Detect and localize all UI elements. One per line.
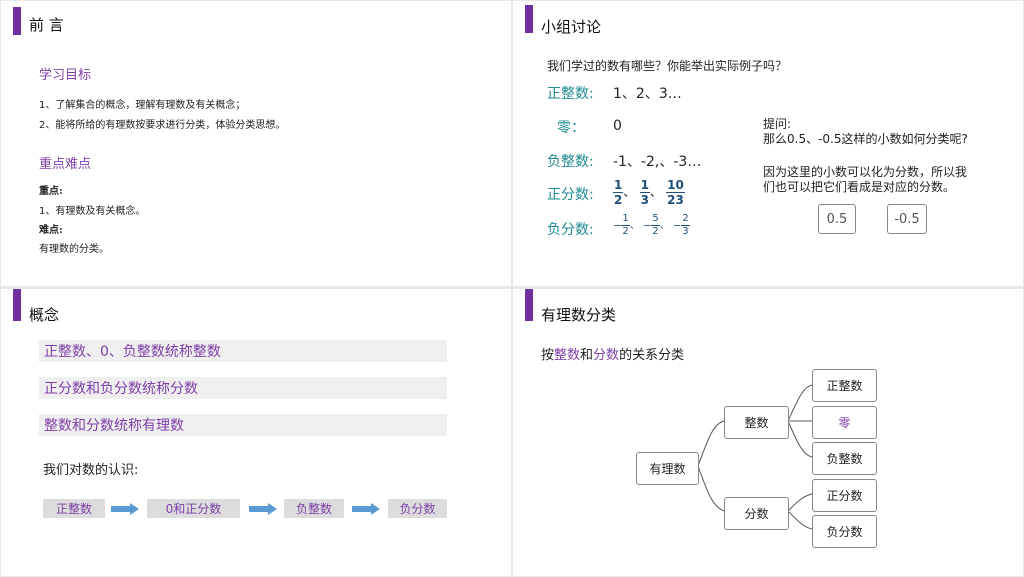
title-accent-bar — [13, 7, 21, 35]
flow-step: 负分数 — [388, 499, 447, 518]
row-value-negative-integer: -1、-2,、-3… — [613, 154, 702, 170]
fraction: 13 — [639, 178, 650, 207]
tree-node-negative-fraction: 负分数 — [812, 515, 877, 548]
tree-node-positive-fraction: 正分数 — [812, 479, 877, 512]
fraction: 12 — [621, 213, 630, 237]
fraction: 52 — [651, 213, 660, 237]
slide-title: 小组讨论 — [541, 18, 602, 36]
tree-node-negative-integer: 负整数 — [812, 442, 877, 475]
negative-fractions: −1 2、 −5 2、 −2 3 — [613, 213, 690, 237]
decimal-box-positive[interactable]: 0.5 — [818, 204, 856, 234]
hard-text: 有理数的分类。 — [39, 244, 109, 255]
goal-item: 1、了解集合的概念，理解有理数及有关概念； — [39, 100, 246, 111]
arrow-right-icon — [111, 503, 139, 515]
concept-fact: 正整数、0、负整数统称整数 — [39, 340, 447, 362]
row-label-zero: 零： — [557, 120, 585, 136]
answer-text-line2: 们也可以把它们看成是对应的分数。 — [763, 180, 956, 194]
prompt-text: 那么0.5、-0.5这样的小数如何分类呢? — [763, 132, 968, 146]
discussion-question: 我们学过的数有哪些？你能举出实际例子吗？ — [547, 59, 788, 73]
arrow-right-icon — [352, 503, 380, 515]
concept-fact: 整数和分数统称有理数 — [39, 414, 447, 436]
tree-node-positive-integer: 正整数 — [812, 369, 877, 402]
title-accent-bar — [525, 5, 533, 33]
row-label-positive-integer: 正整数: — [547, 86, 594, 102]
tree-node-fraction: 分数 — [724, 497, 789, 530]
hard-label: 难点: — [39, 225, 63, 236]
flow-step: 正整数 — [43, 499, 105, 518]
section-heading-keypoints: 重点难点 — [39, 157, 92, 172]
flow-step: 负整数 — [284, 499, 344, 518]
decimal-box-negative[interactable]: -0.5 — [887, 204, 927, 234]
tree-node-zero: 零 — [812, 406, 877, 439]
slide-concepts[interactable]: 概念 正整数、0、负整数统称整数 正分数和负分数统称分数 整数和分数统称有理数 … — [1, 289, 511, 576]
flow-step: 0和正分数 — [147, 499, 240, 518]
fraction: 23 — [681, 213, 690, 237]
slide-rational-classification[interactable]: 有理数分类 按整数和分数的关系分类 有理数 整数 分数 正整数 零 负整数 正分… — [513, 289, 1023, 576]
understanding-label: 我们对数的认识: — [43, 463, 139, 478]
slide-title: 概念 — [29, 306, 60, 324]
positive-fractions: 1 2、 1 3、 10 23 — [613, 178, 685, 207]
slide-group-discussion[interactable]: 小组讨论 我们学过的数有哪些？你能举出实际例子吗？ 正整数: 1、2、3… 零：… — [513, 1, 1023, 286]
goal-item: 2、能将所给的有理数按要求进行分类，体验分类思想。 — [39, 120, 286, 131]
slide-preface[interactable]: 前 言 学习目标 1、了解集合的概念，理解有理数及有关概念； 2、能将所给的有理… — [1, 1, 511, 286]
tree-node-integer: 整数 — [724, 406, 789, 439]
section-heading-goals: 学习目标 — [39, 68, 92, 83]
key-text: 1、有理数及有关概念。 — [39, 206, 146, 217]
row-value-zero: 0 — [613, 118, 622, 134]
row-label-positive-fraction: 正分数: — [547, 187, 594, 203]
arrow-right-icon — [249, 503, 277, 515]
row-label-negative-fraction: 负分数: — [547, 222, 594, 238]
key-label: 重点: — [39, 186, 63, 197]
tree-node-rational: 有理数 — [636, 452, 699, 485]
fraction: 10 23 — [666, 178, 685, 207]
fraction: 12 — [613, 178, 624, 207]
row-value-positive-integer: 1、2、3… — [613, 86, 682, 102]
slide-title: 前 言 — [29, 16, 64, 34]
row-label-negative-integer: 负整数: — [547, 154, 594, 170]
concept-fact: 正分数和负分数统称分数 — [39, 377, 447, 399]
title-accent-bar — [13, 289, 21, 321]
